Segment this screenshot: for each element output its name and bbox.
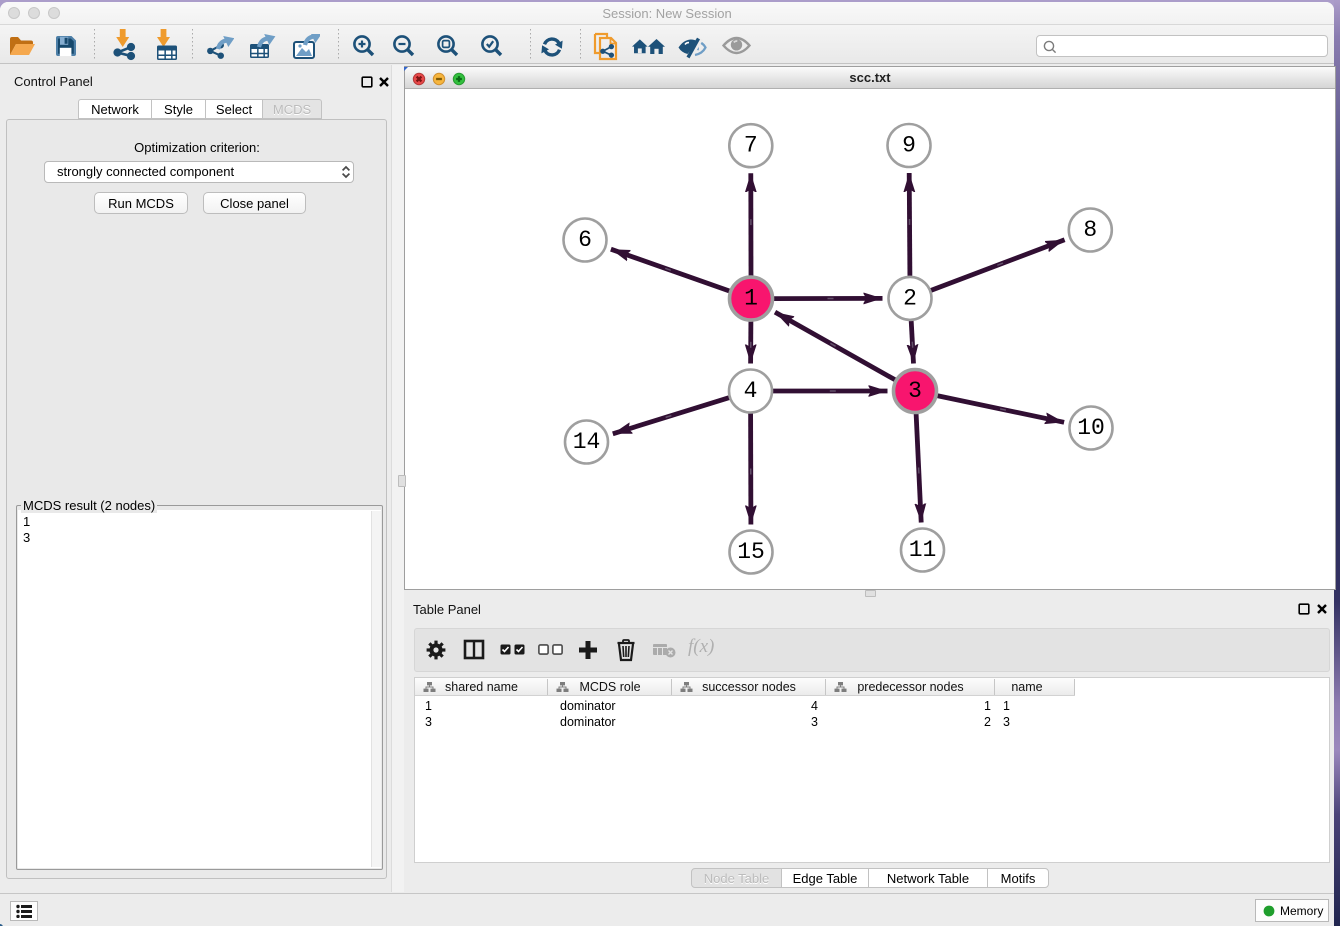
svg-text:7: 7 bbox=[744, 133, 758, 159]
svg-text:8: 8 bbox=[1083, 217, 1097, 243]
svg-text:2: 2 bbox=[903, 285, 917, 311]
svg-text:10: 10 bbox=[1077, 415, 1105, 441]
svg-text:4: 4 bbox=[744, 378, 758, 404]
svg-text:14: 14 bbox=[573, 429, 601, 455]
svg-text:11: 11 bbox=[909, 537, 937, 563]
svg-text:9: 9 bbox=[902, 133, 916, 159]
svg-text:1: 1 bbox=[744, 286, 758, 312]
svg-text:6: 6 bbox=[578, 227, 592, 253]
svg-text:3: 3 bbox=[908, 378, 922, 404]
svg-text:15: 15 bbox=[737, 539, 765, 565]
